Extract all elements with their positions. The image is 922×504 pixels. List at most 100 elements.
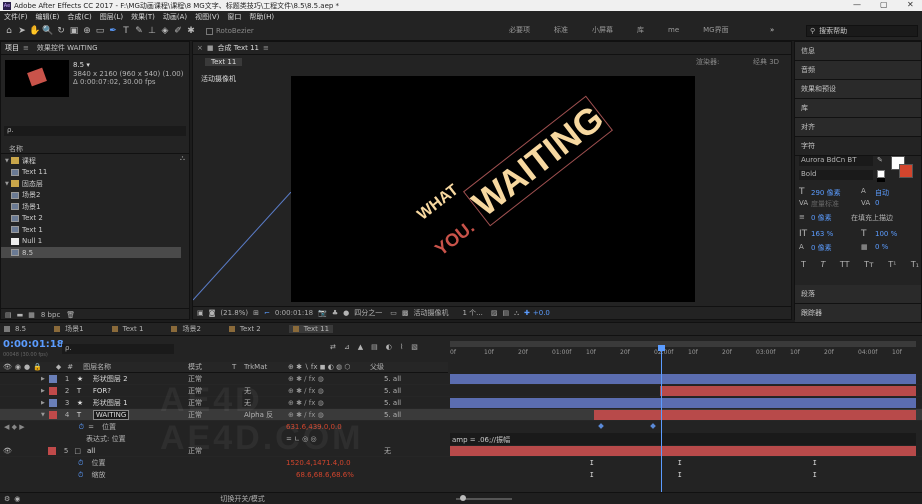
cti-head[interactable] [658, 345, 665, 351]
disclosure-triangle-icon[interactable]: ▼ [5, 181, 9, 187]
eraser-tool-icon[interactable]: ◈ [159, 25, 171, 37]
stopwatch-icon[interactable]: ⏱ [78, 459, 83, 468]
faux-bold-icon[interactable]: T [801, 260, 806, 269]
layer-row[interactable]: ▶ 1 ★ 形状图层 2 正常 ⊕ ✱ ∕ fx ◍ 5. all [0, 373, 922, 385]
stroke-width-value[interactable]: 0 像素 [811, 213, 832, 223]
subscript-icon[interactable]: T₁ [911, 260, 919, 269]
pan-behind-tool-icon[interactable]: ⊕ [81, 25, 93, 37]
layer-bar-5[interactable] [450, 446, 916, 456]
shy-icon[interactable]: ▲ [358, 343, 363, 351]
current-time-display[interactable]: 0:00:01:18 [3, 339, 64, 350]
audio-icon[interactable]: ◉ [15, 363, 21, 371]
frame-blending-icon[interactable]: ▤ [371, 343, 378, 351]
workspace-overflow-icon[interactable]: » [770, 26, 774, 34]
rectangle-tool-icon[interactable]: ▭ [94, 25, 106, 37]
minimize-button[interactable]: — [853, 0, 861, 9]
tsume-value[interactable]: 0 % [875, 243, 888, 251]
expand-triangle-icon[interactable]: ▼ [41, 412, 45, 418]
maximize-button[interactable]: ▢ [880, 0, 888, 9]
resolution-select[interactable]: 四分之一 [354, 308, 382, 318]
font-style-select[interactable]: Bold [799, 170, 873, 180]
workspace-tab[interactable]: 库 [637, 25, 644, 35]
faux-italic-icon[interactable]: T [820, 260, 825, 269]
menu-item[interactable]: 文件(F) [4, 12, 28, 22]
right-panel-header[interactable]: 段落 [795, 285, 921, 304]
type-tool-icon[interactable]: T [120, 25, 132, 37]
menu-item[interactable]: 编辑(E) [36, 12, 60, 22]
all-caps-icon[interactable]: TT [840, 260, 850, 269]
layer-row[interactable]: ▼ 4 T WAITING 正常 Alpha 反 ⊕ ✱ ∕ fx ◍ 5. all [0, 409, 922, 421]
layer-label-swatch[interactable] [48, 374, 57, 383]
project-search-input[interactable]: ρ. [4, 126, 186, 136]
panel-menu-icon[interactable]: ≡ [23, 44, 29, 52]
rotate-tool-icon[interactable]: ↻ [55, 25, 67, 37]
workspace-tab[interactable]: 必要项 [509, 25, 530, 35]
camera-tool-icon[interactable]: ▣ [68, 25, 80, 37]
tab-effect-controls[interactable]: 效果控件 WAITING [33, 42, 102, 54]
project-item[interactable]: 场景2 [1, 190, 181, 201]
layer-name[interactable]: 形状图层 2 [93, 374, 128, 384]
transparency-grid-icon[interactable]: ▩ [402, 309, 409, 317]
label-column-icon[interactable]: ◆ [56, 363, 61, 371]
new-folder-icon[interactable]: ▬ [17, 311, 24, 319]
expand-triangle-icon[interactable]: ▶ [41, 400, 45, 406]
menu-item[interactable]: 效果(T) [131, 12, 155, 22]
trkmat-header[interactable]: TrkMat [244, 363, 267, 371]
exposure-reset-icon[interactable]: ✚ [524, 309, 530, 317]
keyframe[interactable]: ⵊ [678, 471, 682, 479]
zoom-slider-handle[interactable] [460, 495, 466, 501]
disclosure-triangle-icon[interactable]: ▼ [5, 158, 9, 164]
layer-duration-bar[interactable] [450, 374, 916, 384]
layer-row-5[interactable]: 👁 5 □ all 正常 无 [0, 445, 922, 457]
new-comp-icon[interactable]: ▦ [28, 311, 35, 319]
visibility-icon[interactable]: 👁 [3, 447, 12, 455]
timeline-search[interactable]: ρ. [62, 344, 174, 354]
expand-triangle-icon[interactable]: ▶ [41, 388, 45, 394]
keyframe[interactable]: ⵊ [590, 471, 594, 479]
safe-zones-icon[interactable]: ⌐ [264, 309, 270, 317]
project-item[interactable]: Null 1 [1, 236, 181, 247]
tracking-value[interactable]: 0 [875, 199, 879, 207]
workspace-tab[interactable]: MG界面 [703, 25, 728, 35]
fast-preview-icon[interactable]: ▨ [491, 309, 498, 317]
project-item[interactable]: Text 11 [1, 167, 181, 178]
help-search[interactable]: ⚲ 搜索帮助 [806, 25, 918, 37]
layer5-position-row[interactable]: ⏱ 位置 1520.4,1471.4,0.0 ⵊ ⵊ ⵊ [0, 457, 922, 469]
hand-tool-icon[interactable]: ✋ [29, 25, 41, 37]
layer-duration-bar[interactable] [659, 386, 916, 396]
menu-item[interactable]: 图层(L) [100, 12, 123, 22]
keyframe-nav-icon[interactable]: ◀ ◆ ▶ [4, 423, 25, 431]
brush-tool-icon[interactable]: ✎ [133, 25, 145, 37]
parent-select[interactable]: 5. all [384, 387, 401, 395]
zoom-tool-icon[interactable]: 🔍 [42, 25, 54, 37]
snapshot-icon[interactable]: 📷 [318, 309, 327, 317]
keyframe[interactable]: ⵊ [678, 459, 682, 467]
project-item[interactable]: Text 2 [1, 213, 181, 224]
timeline-tab[interactable]: Text 1 [111, 325, 143, 333]
timeline-tab[interactable]: 场景1 [54, 324, 84, 334]
layer5-scale-row[interactable]: ⏱ 缩放 68.6,68.6,68.6% ⵊ ⵊ ⵊ [0, 469, 922, 481]
panel-menu-icon[interactable]: ≡ [263, 44, 269, 52]
parent-select[interactable]: 5. all [384, 411, 401, 419]
keyframe[interactable] [650, 423, 656, 429]
motion-blur-icon[interactable]: ◐ [386, 343, 392, 351]
workspace-tab[interactable]: 标准 [554, 25, 568, 35]
mode-header[interactable]: 模式 [188, 362, 202, 372]
graph-icon[interactable]: ▧ [411, 343, 418, 351]
mask-icon[interactable]: ◙ [209, 309, 216, 317]
menu-item[interactable]: 动画(A) [163, 12, 187, 22]
layer-label-swatch[interactable] [47, 446, 56, 455]
project-item[interactable]: 8.5 [1, 247, 181, 258]
layer-label-swatch[interactable] [48, 410, 57, 419]
tab-composition[interactable]: 合成 Text 11 [218, 43, 260, 53]
layer-label-swatch[interactable] [48, 386, 57, 395]
layer-label-swatch[interactable] [48, 398, 57, 407]
project-item[interactable]: 场景1 [1, 201, 181, 212]
parent-select[interactable]: 5. all [384, 375, 401, 383]
layer-row[interactable]: ▶ 2 T FOR? 正常无 ⊕ ✱ ∕ fx ◍ 5. all [0, 385, 922, 397]
small-caps-icon[interactable]: Tт [864, 260, 874, 269]
menu-item[interactable]: 帮助(H) [249, 12, 274, 22]
solo-icon[interactable]: ● [24, 363, 30, 371]
show-snapshot-icon[interactable]: ♣ [332, 309, 338, 317]
keyframe[interactable]: ⵊ [590, 459, 594, 467]
